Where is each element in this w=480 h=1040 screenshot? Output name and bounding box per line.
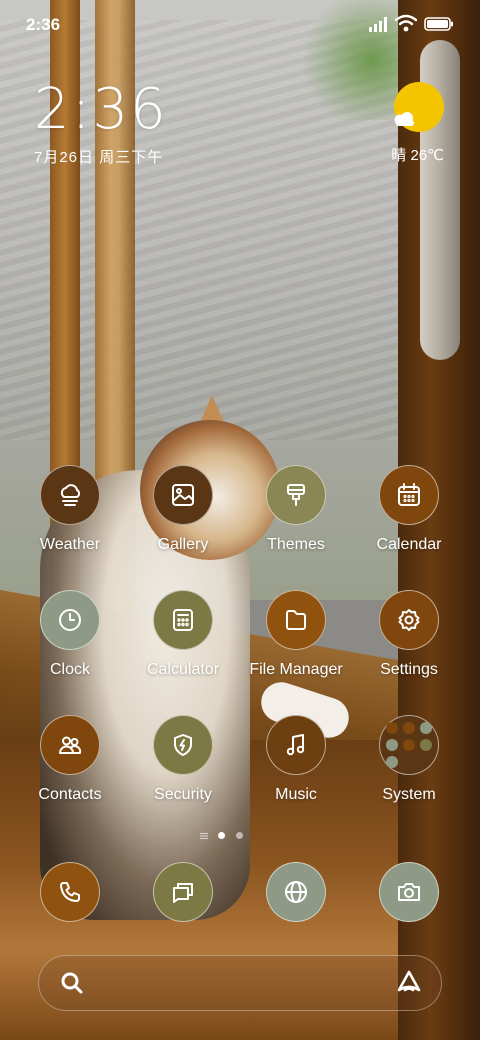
mini-app-icon <box>420 739 432 751</box>
mini-app-icon <box>403 722 415 734</box>
music-note-icon <box>266 715 326 775</box>
calculator-icon <box>153 590 213 650</box>
mini-app-icon <box>420 722 432 734</box>
folder-icon <box>266 590 326 650</box>
message-icon <box>153 862 213 922</box>
app-browser[interactable] <box>241 862 351 922</box>
clock-widget-time: 2:36 <box>34 77 168 142</box>
mini-app-icon <box>403 739 415 751</box>
mini-app-icon <box>386 722 398 734</box>
globe-icon <box>266 862 326 922</box>
clock-widget[interactable]: 2:36 7月26日 周三下午 <box>34 80 168 167</box>
gallery-icon <box>153 465 213 525</box>
phone-icon <box>40 862 100 922</box>
search-bar[interactable] <box>38 955 442 1011</box>
search-icon[interactable] <box>59 970 85 996</box>
contacts-icon <box>40 715 100 775</box>
feed-lines-icon <box>200 832 208 840</box>
cloud-icon <box>394 112 414 126</box>
paintbrush-icon <box>266 465 326 525</box>
status-bar: 2:36 <box>0 0 480 50</box>
app-calculator[interactable]: Calculator <box>128 590 238 679</box>
assistant-icon[interactable] <box>395 968 423 996</box>
clock-widget-date: 7月26日 周三下午 <box>34 149 164 166</box>
app-system-folder[interactable]: System <box>354 715 464 804</box>
app-weather[interactable]: Weather <box>15 465 125 554</box>
app-label: Clock <box>49 661 90 678</box>
app-label: Calendar <box>376 536 442 553</box>
mini-app-icon <box>386 739 398 751</box>
app-label: Settings <box>380 661 438 678</box>
home-screen: 2:36 2:36 7月26日 周三下午 晴 26℃ Weather Galle… <box>0 0 480 1040</box>
clock-icon <box>40 590 100 650</box>
battery-icon <box>424 17 453 31</box>
app-gallery[interactable]: Gallery <box>128 465 238 554</box>
shield-icon <box>153 715 213 775</box>
mini-app-icon <box>386 756 398 768</box>
status-time: 2:36 <box>26 15 61 34</box>
app-calendar[interactable]: Calendar <box>354 465 464 554</box>
app-label: Music <box>275 786 317 803</box>
app-label: File Manager <box>249 661 343 678</box>
page-dot-active <box>218 832 225 839</box>
camera-icon <box>379 862 439 922</box>
app-label: Contacts <box>38 786 102 803</box>
app-camera[interactable] <box>354 862 464 922</box>
wifi-icon <box>395 14 417 32</box>
page-dot <box>236 832 243 839</box>
app-label: Weather <box>39 536 101 553</box>
app-label: System <box>382 786 436 803</box>
app-music[interactable]: Music <box>241 715 351 804</box>
app-settings[interactable]: Settings <box>354 590 464 679</box>
calendar-icon <box>379 465 439 525</box>
weather-text: 晴 26℃ <box>391 147 444 164</box>
folder-grid-icon <box>379 715 439 775</box>
app-clock[interactable]: Clock <box>15 590 125 679</box>
page-indicator[interactable] <box>198 830 248 842</box>
gear-icon <box>379 590 439 650</box>
app-contacts[interactable]: Contacts <box>15 715 125 804</box>
app-label: Gallery <box>157 536 209 553</box>
app-file-manager[interactable]: File Manager <box>241 590 351 679</box>
app-label: Calculator <box>146 661 220 678</box>
app-label: Themes <box>267 536 325 553</box>
cellular-signal-icon <box>369 17 387 32</box>
weather-icon <box>40 465 100 525</box>
app-label: Security <box>154 786 212 803</box>
app-security[interactable]: Security <box>128 715 238 804</box>
app-phone[interactable] <box>15 862 125 922</box>
app-messages[interactable] <box>128 862 238 922</box>
app-themes[interactable]: Themes <box>241 465 351 554</box>
